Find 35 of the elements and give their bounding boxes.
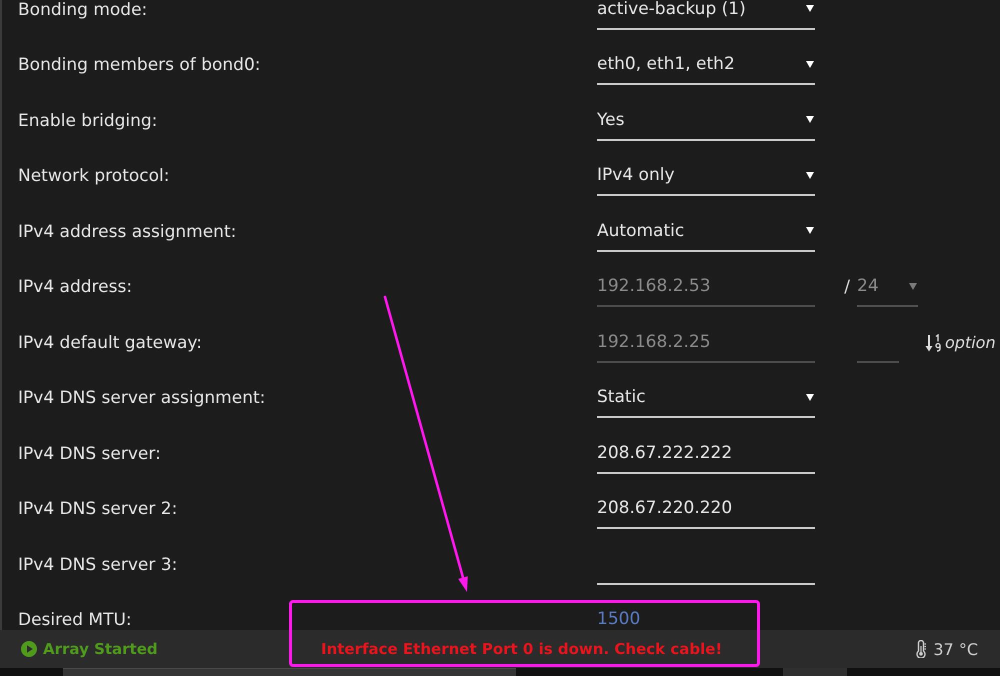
- field-label: IPv4 DNS server assignment:: [18, 388, 266, 408]
- caret-icon: [806, 60, 814, 68]
- dropdown[interactable]: active-backup (1): [597, 0, 815, 30]
- field-label: IPv4 DNS server 3:: [18, 554, 178, 575]
- scrollbar-thumb[interactable]: [63, 668, 516, 676]
- temperature-text: 37 °C: [933, 640, 978, 658]
- field-label: IPv4 address assignment:: [18, 222, 236, 242]
- field-label: IPv4 address:: [18, 277, 132, 298]
- dropdown[interactable]: eth0, eth1, eth2: [597, 45, 815, 86]
- field-label: IPv4 DNS server 2:: [18, 499, 178, 520]
- note-text: option: [945, 333, 996, 352]
- field-label: Desired MTU:: [18, 610, 132, 630]
- alert-message: Interface Ethernet Port 0 is down. Check cable!: [321, 640, 722, 658]
- field-label: IPv4 DNS server:: [18, 444, 161, 464]
- field-label: Enable bridging:: [18, 110, 158, 131]
- dropdown[interactable]: IPv4 only: [597, 156, 815, 196]
- input-field[interactable]: 208.67.220.220: [597, 489, 815, 530]
- dropdown[interactable]: Yes: [597, 100, 815, 141]
- caret-icon: [806, 116, 814, 124]
- caret-icon: [806, 172, 814, 179]
- sort-numeric-icon: [925, 334, 942, 352]
- separator-text: /: [844, 277, 851, 298]
- field-label: Network protocol:: [18, 166, 170, 186]
- caret-icon: [806, 227, 814, 234]
- field-label: Bonding mode:: [18, 0, 148, 20]
- caret-icon: [806, 5, 814, 12]
- input-field[interactable]: 208.67.222.222: [597, 434, 815, 474]
- field-label: IPv4 default gateway:: [18, 332, 202, 353]
- caret-icon: [806, 394, 814, 401]
- field-label: Bonding members of bond0:: [18, 55, 260, 76]
- caret-icon: [909, 282, 917, 290]
- thermometer-icon: [915, 640, 928, 658]
- array-status-text: Array Started: [43, 640, 158, 658]
- dropdown[interactable]: Static: [597, 378, 815, 418]
- dropdown[interactable]: Automatic: [597, 212, 815, 252]
